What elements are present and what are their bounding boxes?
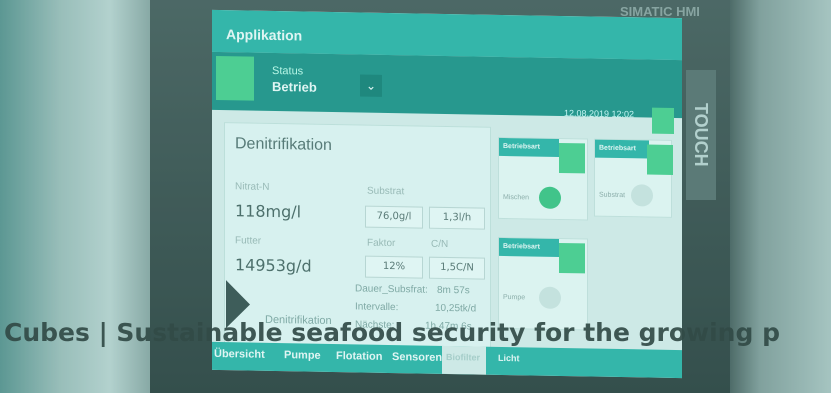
caption-text: Cubes | Sustainable seafood security for…	[4, 318, 780, 347]
photo-background: SIMATIC HMI TOUCH Applikation Status Bet…	[0, 0, 831, 393]
